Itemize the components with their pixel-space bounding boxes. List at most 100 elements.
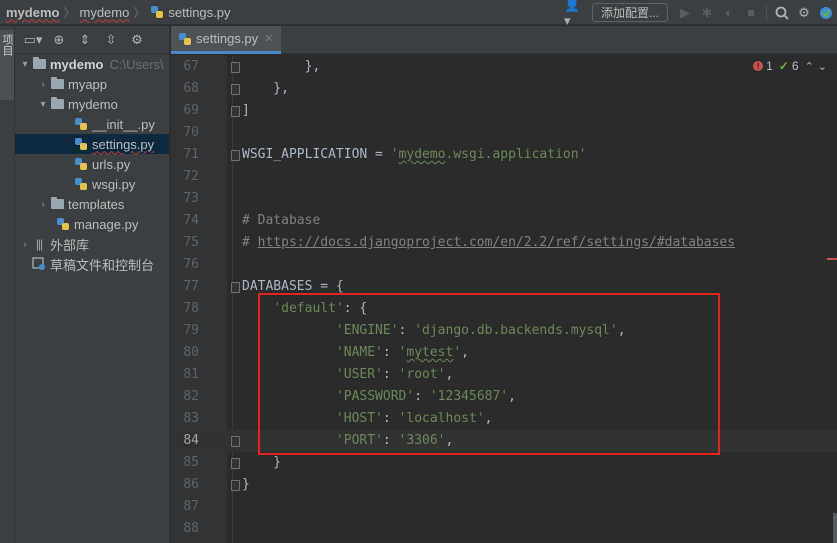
line-number: 77 bbox=[183, 279, 199, 294]
code-line[interactable]: 71 WSGI_APPLICATION = 'mydemo.wsgi.applic… bbox=[171, 144, 837, 166]
line-number: 74 bbox=[183, 213, 199, 228]
user-icon[interactable]: 👤▾ bbox=[564, 0, 586, 28]
code-line[interactable]: 84 'PORT': '3306', bbox=[171, 430, 837, 452]
chevron-right-icon[interactable]: › bbox=[37, 79, 49, 90]
tree-item-templates[interactable]: › templates bbox=[15, 194, 169, 214]
library-icon: ||| bbox=[35, 237, 43, 251]
code-line[interactable]: 81 'USER': 'root', bbox=[171, 364, 837, 386]
code-line[interactable]: 67 }, bbox=[171, 56, 837, 78]
breadcrumb-project[interactable]: mydemo bbox=[6, 5, 59, 20]
navigation-bar: mydemo 〉 mydemo 〉 settings.py 👤▾ 添加配置...… bbox=[0, 0, 837, 28]
run-icon[interactable]: ▶ bbox=[674, 2, 696, 24]
update-icon[interactable] bbox=[815, 2, 837, 24]
add-configuration-button[interactable]: 添加配置... bbox=[591, 3, 668, 22]
chevron-down-icon[interactable]: ▾ bbox=[19, 59, 31, 70]
fold-marker-icon[interactable] bbox=[231, 458, 240, 469]
expand-all-icon[interactable]: ⇕ bbox=[75, 30, 95, 50]
tab-label: settings.py bbox=[196, 31, 259, 46]
tree-item-settings[interactable]: settings.py bbox=[15, 134, 169, 154]
code-text: 'PASSWORD': '12345687', bbox=[335, 389, 516, 404]
coverage-icon[interactable]: ◐ bbox=[718, 2, 740, 24]
navigate-arrows-icon[interactable]: ⌃⌄ bbox=[805, 60, 831, 73]
code-line[interactable]: 86} bbox=[171, 474, 837, 496]
code-line[interactable]: 75 # https://docs.djangoproject.com/en/2.… bbox=[171, 232, 837, 254]
code-line[interactable]: 72 bbox=[171, 166, 837, 188]
code-line[interactable]: 73 bbox=[171, 188, 837, 210]
fold-marker-icon[interactable] bbox=[231, 282, 240, 293]
folder-icon bbox=[31, 57, 47, 71]
scrollbar[interactable] bbox=[833, 513, 837, 543]
code-line[interactable]: 70 bbox=[171, 122, 837, 144]
tree-item-urls[interactable]: urls.py bbox=[15, 154, 169, 174]
fold-marker-icon[interactable] bbox=[231, 480, 240, 491]
locate-icon[interactable]: ⊕ bbox=[49, 30, 69, 50]
tree-item-mydemo[interactable]: ▾ mydemo bbox=[15, 94, 169, 114]
chevron-right-icon[interactable]: › bbox=[19, 239, 31, 250]
python-file-icon bbox=[73, 137, 89, 151]
editor-tab-bar: settings.py ✕ bbox=[171, 26, 837, 54]
tree-root[interactable]: ▾ mydemo C:\Users\ bbox=[15, 54, 169, 74]
line-number: 71 bbox=[183, 147, 199, 162]
tree-item-scratches[interactable]: 草稿文件和控制台 bbox=[15, 254, 169, 274]
code-line[interactable]: 68 }, bbox=[171, 78, 837, 100]
fold-marker-icon[interactable] bbox=[231, 436, 240, 447]
line-number: 70 bbox=[183, 125, 199, 140]
code-line[interactable]: 80 'NAME': 'mytest', bbox=[171, 342, 837, 364]
fold-marker-icon[interactable] bbox=[231, 106, 240, 117]
tree-item-label: 外部库 bbox=[50, 237, 90, 253]
tree-item-myapp[interactable]: › myapp bbox=[15, 74, 169, 94]
gear-icon[interactable]: ⚙ bbox=[127, 30, 147, 50]
debug-icon[interactable]: ✱ bbox=[696, 2, 718, 24]
project-tool-tab[interactable]: 项目 bbox=[0, 30, 14, 100]
code-line[interactable]: 69] bbox=[171, 100, 837, 122]
warning-count[interactable]: ✓ 6 bbox=[779, 59, 799, 73]
fold-marker-icon[interactable] bbox=[231, 62, 240, 73]
python-file-icon bbox=[73, 117, 89, 131]
line-number: 69 bbox=[183, 103, 199, 118]
code-line[interactable]: 76 bbox=[171, 254, 837, 276]
fold-marker-icon[interactable] bbox=[231, 84, 240, 95]
code-line[interactable]: 77 DATABASES = { bbox=[171, 276, 837, 298]
inspection-widget[interactable]: ! 1 ✓ 6 ⌃⌄ bbox=[753, 59, 831, 73]
chevron-down-icon[interactable]: ▾ bbox=[37, 99, 49, 110]
chevron-right-icon[interactable]: › bbox=[37, 199, 49, 210]
close-icon[interactable]: ✕ bbox=[264, 32, 273, 45]
code-line[interactable]: 88 bbox=[171, 518, 837, 540]
breadcrumb-file[interactable]: settings.py bbox=[168, 5, 230, 20]
tree-item-wsgi[interactable]: wsgi.py bbox=[15, 174, 169, 194]
search-icon[interactable] bbox=[771, 2, 793, 24]
collapse-all-icon[interactable]: ⇳ bbox=[101, 30, 121, 50]
code-line[interactable]: 79 'ENGINE': 'django.db.backends.mysql', bbox=[171, 320, 837, 342]
error-stripe-mark[interactable] bbox=[827, 258, 837, 260]
line-number: 86 bbox=[183, 477, 199, 492]
code-line[interactable]: 87 bbox=[171, 496, 837, 518]
code-line[interactable]: 82 'PASSWORD': '12345687', bbox=[171, 386, 837, 408]
code-line[interactable]: 83 'HOST': 'localhost', bbox=[171, 408, 837, 430]
code-line[interactable]: 85 } bbox=[171, 452, 837, 474]
tree-item-manage[interactable]: manage.py bbox=[15, 214, 169, 234]
stop-icon[interactable]: ■ bbox=[740, 2, 762, 24]
breadcrumb-folder[interactable]: mydemo bbox=[79, 5, 129, 20]
code-text: } bbox=[242, 455, 282, 470]
python-file-icon bbox=[149, 5, 165, 19]
settings-icon[interactable]: ⚙ bbox=[793, 2, 815, 24]
code-line[interactable]: 78 'default': { bbox=[171, 298, 837, 320]
tool-window-stripe: 项目 bbox=[0, 26, 15, 543]
tree-item-external-libraries[interactable]: › ||| 外部库 bbox=[15, 234, 169, 254]
tree-item-label: templates bbox=[68, 196, 125, 212]
code-editor[interactable]: 67 }, 68 }, 69] 70 71 WSGI_APPLICATION = 'myd… bbox=[171, 55, 837, 543]
toolbar-right: 👤▾ 添加配置... ▶ ✱ ◐ ■ ⚙ bbox=[564, 0, 837, 28]
error-count[interactable]: ! 1 bbox=[753, 59, 773, 73]
tree-item-label: 草稿文件和控制台 bbox=[50, 257, 155, 273]
line-number: 81 bbox=[183, 367, 199, 382]
view-selector-icon[interactable]: ▭▾ bbox=[23, 30, 43, 50]
fold-marker-icon[interactable] bbox=[231, 150, 240, 161]
tab-settings[interactable]: settings.py ✕ bbox=[171, 26, 282, 54]
folder-icon bbox=[49, 97, 65, 111]
code-line[interactable]: 74 # Database bbox=[171, 210, 837, 232]
tree-item-label: wsgi.py bbox=[92, 176, 136, 192]
root-path: C:\Users\ bbox=[109, 56, 164, 72]
tree-item-init[interactable]: __init__.py bbox=[15, 114, 169, 134]
code-text: 'USER': 'root', bbox=[335, 367, 454, 382]
tree-item-label: myapp bbox=[68, 76, 108, 92]
